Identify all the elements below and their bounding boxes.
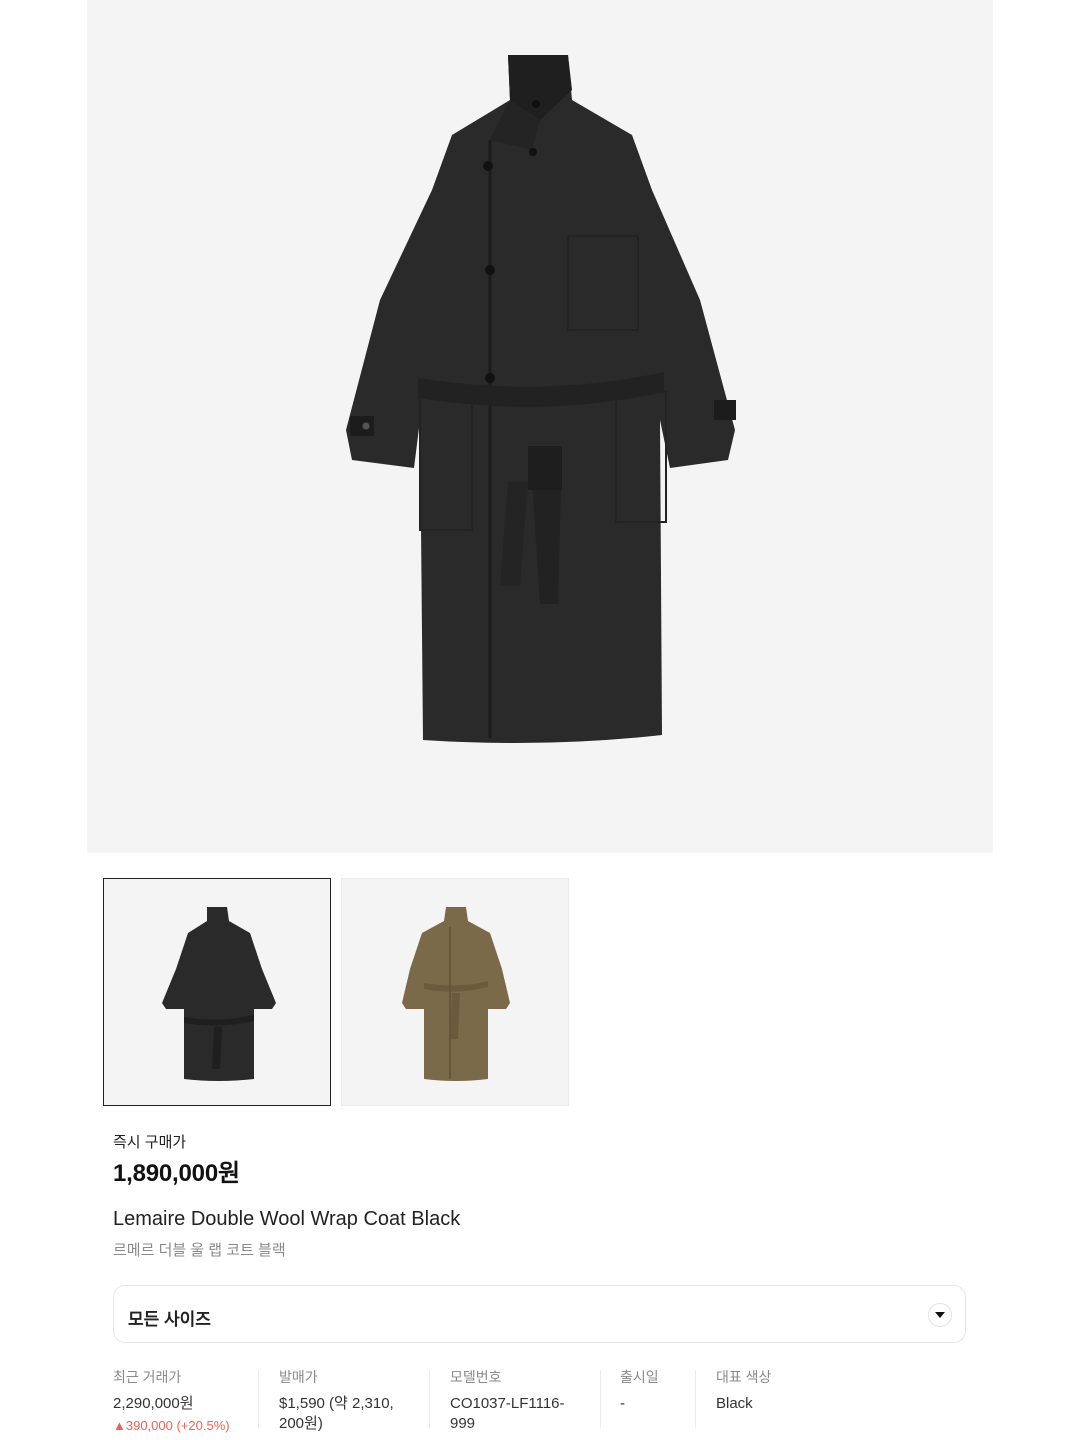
release-date-label: 출시일 [620, 1369, 659, 1385]
divider [600, 1370, 601, 1428]
thumbnail-black-coat[interactable] [103, 878, 331, 1106]
chevron-down-icon [928, 1303, 952, 1327]
olive-coat-thumbnail-image [402, 907, 510, 1081]
product-name-english: Lemaire Double Wool Wrap Coat Black [113, 1208, 461, 1230]
recent-trade-price: 최근 거래가 2,290,000원 ▲390,000 (+20.5%) [113, 1368, 253, 1433]
release-price-label: 발매가 [279, 1369, 318, 1385]
product-name-korean: 르메르 더블 울 랩 코트 블랙 [113, 1242, 286, 1259]
coat-illustration [346, 55, 736, 744]
instant-buy-price-label: 즉시 구매가 [113, 1134, 187, 1151]
main-product-image[interactable] [87, 0, 993, 853]
recent-trade-price-change: ▲390,000 (+20.5%) [113, 1418, 230, 1433]
release-date-value: - [620, 1395, 625, 1412]
recent-trade-price-label: 최근 거래가 [113, 1369, 182, 1385]
release-price-value-line2: 200원) [279, 1415, 323, 1432]
instant-buy-price: 1,890,000원 [113, 1160, 240, 1187]
divider [695, 1370, 696, 1428]
model-number-label: 모델번호 [450, 1369, 502, 1385]
release-price-value-line1: $1,590 (약 2,310, [279, 1395, 394, 1412]
release-price: 발매가 $1,590 (약 2,310, 200원) [279, 1368, 429, 1432]
size-select-label: 모든 사이즈 [128, 1310, 211, 1329]
divider [429, 1370, 430, 1428]
divider [258, 1370, 259, 1428]
representative-color: 대표 색상 Black [716, 1368, 836, 1430]
model-number-value: CO1037-LF1116- 999 [450, 1394, 590, 1434]
black-coat-thumbnail-image [162, 907, 276, 1081]
model-number: 모델번호 CO1037-LF1116- 999 [450, 1368, 590, 1432]
release-price-value: $1,590 (약 2,310, 200원) [279, 1394, 429, 1434]
release-date: 출시일 - [620, 1368, 680, 1430]
thumbnail-olive-coat[interactable] [341, 878, 569, 1106]
model-number-value-line1: CO1037-LF1116- [450, 1395, 565, 1412]
size-select-dropdown[interactable]: 모든 사이즈 [113, 1285, 966, 1343]
representative-color-label: 대표 색상 [716, 1369, 772, 1385]
recent-trade-price-value: 2,290,000원 [113, 1395, 194, 1412]
model-number-value-line2: 999 [450, 1415, 476, 1432]
representative-color-value: Black [716, 1395, 753, 1412]
